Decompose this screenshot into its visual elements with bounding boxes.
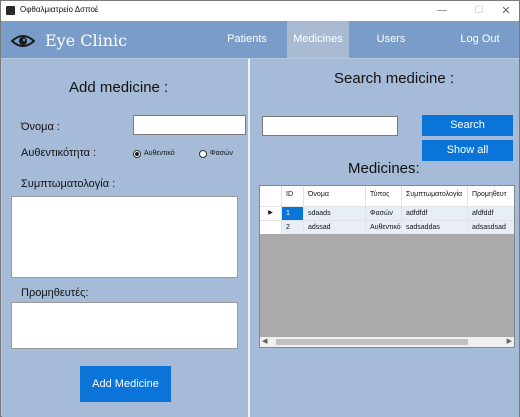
- suppliers-textarea[interactable]: [11, 302, 238, 349]
- column-header-suppliers[interactable]: Προμηθευτ: [468, 186, 514, 206]
- scroll-left-icon[interactable]: ◀: [262, 337, 267, 347]
- maximize-button[interactable]: ☐: [464, 2, 494, 20]
- authentic-radio-label[interactable]: Αυθεντικό: [144, 150, 175, 157]
- column-header-id[interactable]: ID: [282, 186, 304, 206]
- table-header: ID Όνομα Τύπος Συμπτωματολογία Προμηθευτ: [260, 186, 514, 206]
- window-title: Οφθαλμιατρείο Δσποέ: [20, 5, 99, 14]
- generic-radio-label[interactable]: Φασών: [210, 150, 233, 157]
- nav-patients[interactable]: Patients: [219, 21, 275, 58]
- row-header[interactable]: [260, 221, 282, 234]
- name-label: Όνομα :: [21, 121, 60, 133]
- show-all-button[interactable]: Show all: [422, 140, 513, 161]
- app-icon: [6, 6, 15, 15]
- table-row[interactable]: ▶ 1 sdaads Φασών adfdfdf afdfddf: [260, 206, 514, 220]
- table-cell[interactable]: 1: [282, 207, 304, 220]
- name-input[interactable]: [133, 115, 246, 135]
- add-medicine-button[interactable]: Add Medicine: [80, 366, 171, 402]
- medicines-heading: Medicines:: [348, 160, 420, 177]
- table-cell[interactable]: sdaads: [304, 207, 366, 220]
- symptoms-textarea[interactable]: [11, 196, 238, 278]
- nav-users[interactable]: Users: [369, 21, 413, 58]
- symptoms-label: Συμπτωματολογία :: [21, 178, 116, 190]
- nav-medicines[interactable]: Medicines: [287, 21, 349, 58]
- brand-title: Eye Clinic: [45, 31, 128, 50]
- column-header-name[interactable]: Όνομα: [304, 186, 366, 206]
- search-medicine-panel: Search medicine : Search Show all Medici…: [250, 59, 519, 417]
- search-input[interactable]: [262, 116, 398, 136]
- table-cell[interactable]: adfdfdf: [402, 207, 468, 220]
- medicines-table[interactable]: ID Όνομα Τύπος Συμπτωματολογία Προμηθευτ…: [259, 185, 515, 348]
- search-button[interactable]: Search: [422, 115, 513, 136]
- add-medicine-heading: Add medicine :: [69, 79, 169, 96]
- minimize-button[interactable]: —: [427, 2, 457, 20]
- column-header-type[interactable]: Τύπος: [366, 186, 402, 206]
- table-cell[interactable]: adssad: [304, 221, 366, 234]
- authentic-radio[interactable]: [133, 150, 141, 158]
- scrollbar-thumb[interactable]: [276, 339, 468, 345]
- top-navbar: Eye Clinic Patients Medicines Users Log …: [1, 21, 519, 58]
- table-cell[interactable]: Φασών: [366, 207, 402, 220]
- column-header-symptoms[interactable]: Συμπτωματολογία: [402, 186, 468, 206]
- generic-radio[interactable]: [199, 150, 207, 158]
- header-corner[interactable]: [260, 186, 282, 206]
- search-medicine-heading: Search medicine :: [334, 70, 455, 87]
- table-cell[interactable]: 2: [282, 221, 304, 234]
- nav-logout[interactable]: Log Out: [451, 21, 509, 58]
- table-cell[interactable]: afdfddf: [468, 207, 514, 220]
- table-cell[interactable]: adsasdsad: [468, 221, 514, 234]
- authenticity-label: Αυθεντικότητα :: [21, 147, 97, 159]
- eye-icon: [11, 35, 35, 47]
- title-bar[interactable]: Οφθαλμιατρείο Δσποέ — ☐ ✕: [1, 1, 519, 21]
- app-window: Οφθαλμιατρείο Δσποέ — ☐ ✕ Eye Clinic Pat…: [0, 0, 520, 417]
- current-row-marker[interactable]: ▶: [260, 207, 282, 220]
- scroll-right-icon[interactable]: ▶: [507, 337, 512, 347]
- suppliers-label: Προμηθευτές:: [21, 287, 89, 299]
- table-row[interactable]: 2 adssad Αυθεντικό sadsaddas adsasdsad: [260, 220, 514, 234]
- add-medicine-panel: Add medicine : Όνομα : Αυθεντικότητα : Α…: [2, 59, 248, 417]
- table-cell[interactable]: sadsaddas: [402, 221, 468, 234]
- table-cell[interactable]: Αυθεντικό: [366, 221, 402, 234]
- close-button[interactable]: ✕: [491, 2, 520, 20]
- horizontal-scrollbar[interactable]: ◀ ▶: [260, 337, 514, 347]
